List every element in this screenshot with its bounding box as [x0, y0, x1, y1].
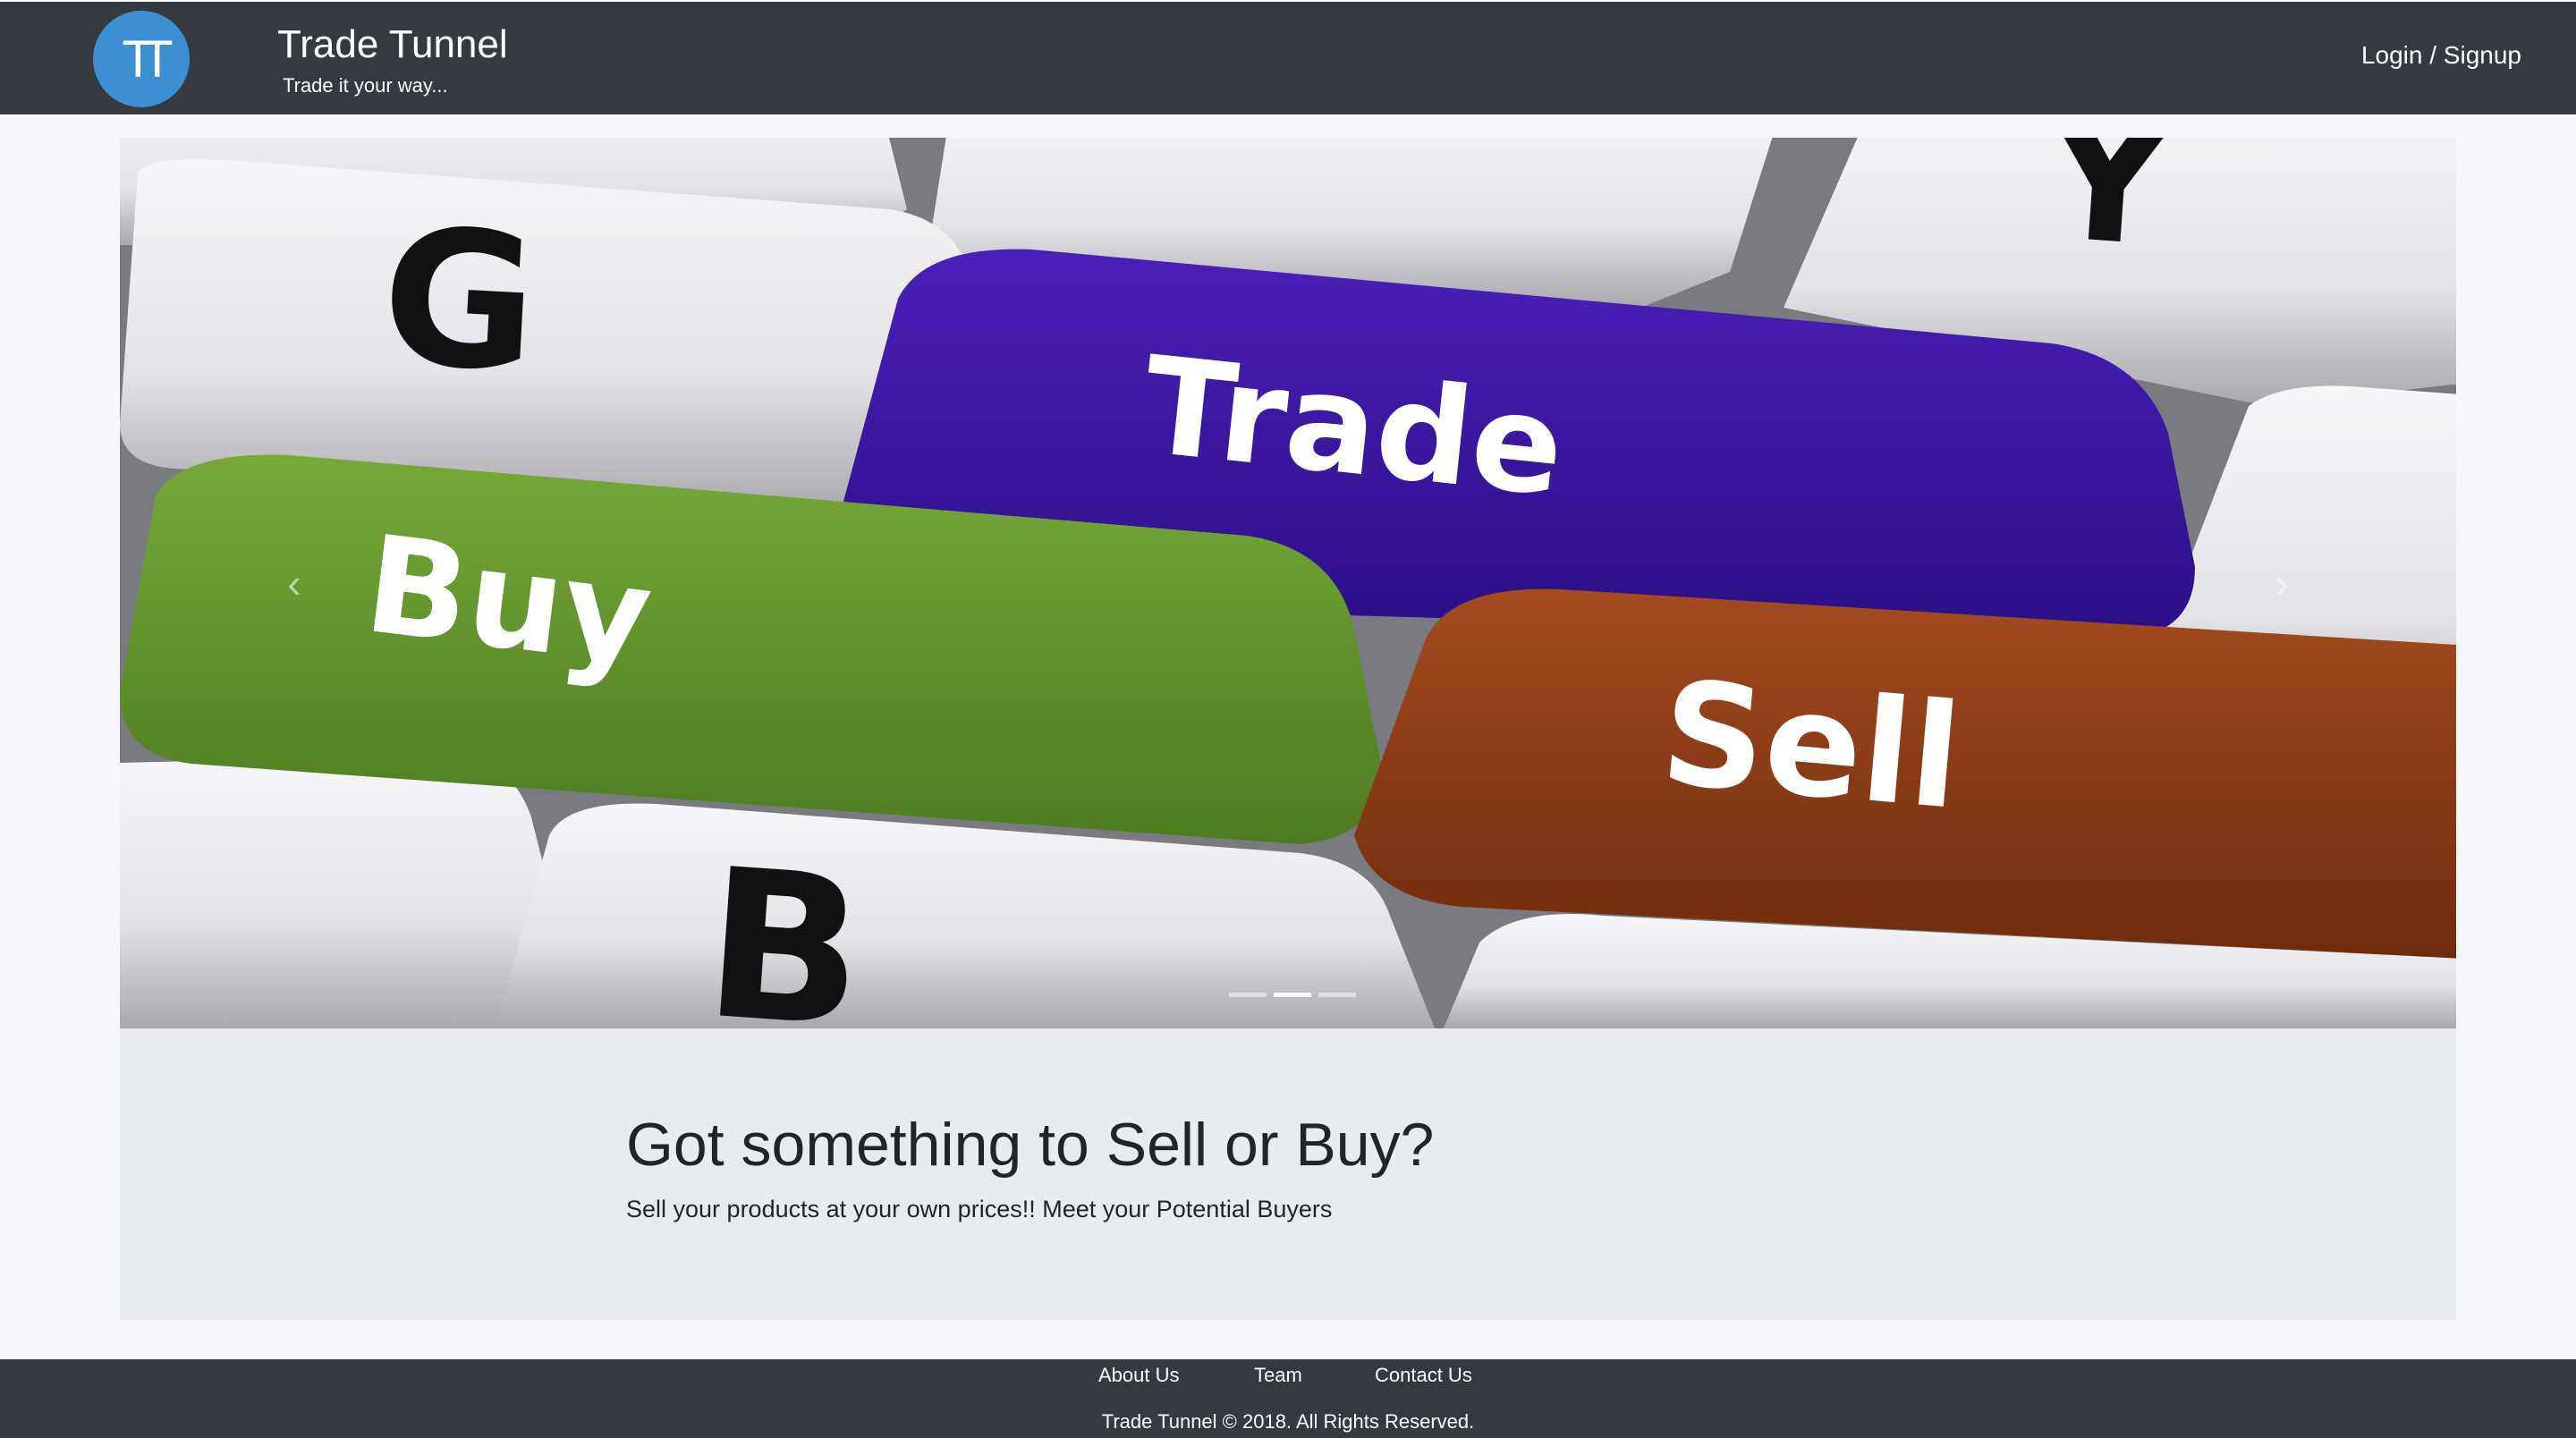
- keyboard-slide-image: G Y B Trade Buy Sell: [120, 138, 2456, 1028]
- key-label-g: G: [377, 187, 542, 414]
- chevron-left-icon[interactable]: ‹: [267, 556, 321, 610]
- footer-link-contact-us[interactable]: Contact Us: [1375, 1359, 1472, 1391]
- chevron-right-icon[interactable]: ›: [2255, 556, 2309, 610]
- login-signup-link[interactable]: Login / Signup: [2361, 38, 2521, 73]
- footer-link-team[interactable]: Team: [1254, 1359, 1302, 1391]
- carousel-indicator-1[interactable]: [1229, 993, 1267, 997]
- footer: About Us Team Contact Us Trade Tunnel © …: [0, 1359, 2576, 1438]
- hero-jumbotron: Got something to Sell or Buy? Sell your …: [120, 1028, 2456, 1320]
- logo-icon[interactable]: TT: [93, 11, 190, 107]
- footer-link-about-us[interactable]: About Us: [1098, 1359, 1180, 1391]
- hero-carousel: G Y B Trade Buy Sell ‹ ›: [120, 138, 2456, 1028]
- footer-links: About Us Team Contact Us: [0, 1359, 2576, 1391]
- key-label-y: Y: [2038, 138, 2179, 285]
- copyright-text: Trade Tunnel © 2018. All Rights Reserved…: [1101, 1410, 1475, 1433]
- navbar: TT Trade Tunnel Trade it your way... Log…: [0, 0, 2576, 114]
- logo-text: TT: [123, 30, 173, 89]
- brand-title[interactable]: Trade Tunnel: [277, 21, 508, 68]
- hero-title: Got something to Sell or Buy?: [626, 1111, 1435, 1179]
- key-label-sell: Sell: [1656, 649, 1967, 842]
- carousel-indicators: [1229, 993, 1356, 998]
- brand-tagline: Trade it your way...: [283, 74, 448, 97]
- carousel-indicator-2[interactable]: [1274, 993, 1311, 997]
- carousel-indicator-3[interactable]: [1318, 993, 1356, 997]
- key-label-b: B: [698, 825, 871, 1028]
- hero-text: Sell your products at your own prices!! …: [626, 1196, 1333, 1222]
